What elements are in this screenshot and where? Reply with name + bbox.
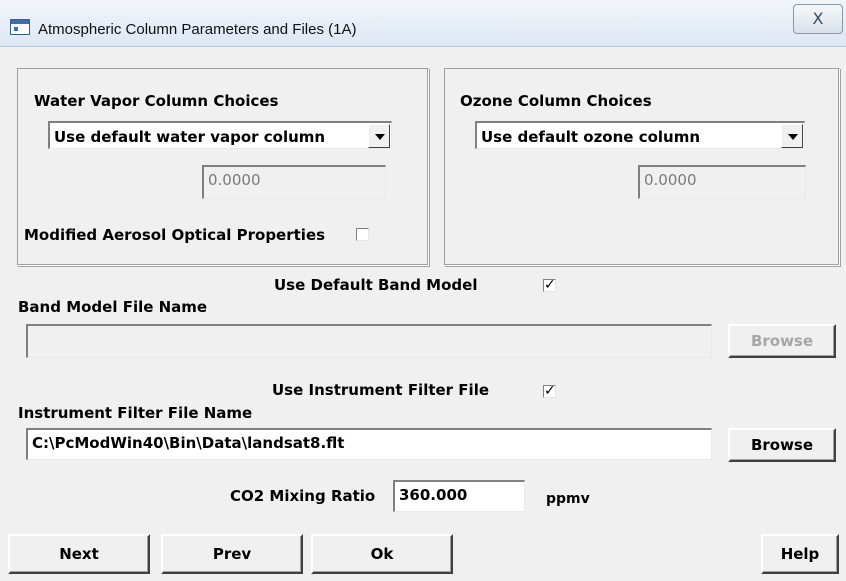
co2-value: 360.000 (399, 486, 468, 504)
instrument-filter-file-label: Instrument Filter File Name (18, 404, 253, 422)
band-model-file-input (26, 324, 712, 358)
checkmark-icon: ✓ (544, 383, 556, 399)
co2-unit: ppmv (546, 491, 590, 507)
ok-button[interactable]: Ok (311, 534, 453, 574)
use-default-band-model-label: Use Default Band Model (274, 276, 478, 294)
ozone-select[interactable]: Use default ozone column (475, 121, 805, 149)
aerosol-label: Modified Aerosol Optical Properties (24, 226, 326, 244)
chevron-down-icon[interactable] (781, 124, 803, 148)
water-vapor-value-field: 0.0000 (202, 165, 386, 199)
water-vapor-select-value: Use default water vapor column (54, 128, 326, 146)
water-vapor-value: 0.0000 (208, 171, 261, 189)
use-default-band-model-checkbox[interactable]: ✓ (543, 277, 556, 293)
title-bar: Atmospheric Column Parameters and Files … (0, 0, 846, 47)
band-model-file-label: Band Model File Name (18, 298, 208, 316)
chevron-down-icon[interactable] (368, 124, 390, 148)
close-icon: X (812, 9, 824, 28)
instrument-filter-file-input[interactable]: C:\PcModWin40\Bin\Data\landsat8.flt (26, 428, 712, 460)
ozone-heading: Ozone Column Choices (460, 92, 652, 110)
instrument-filter-file-value: C:\PcModWin40\Bin\Data\landsat8.flt (32, 434, 345, 452)
ozone-select-value: Use default ozone column (481, 128, 701, 146)
ozone-value-field: 0.0000 (638, 165, 806, 199)
next-button[interactable]: Next (8, 534, 150, 574)
help-button[interactable]: Help (761, 534, 839, 574)
ozone-value: 0.0000 (644, 171, 697, 189)
checkmark-icon: ✓ (544, 277, 556, 293)
co2-label: CO2 Mixing Ratio (230, 487, 376, 505)
band-model-browse-button[interactable]: Browse (728, 324, 836, 358)
instrument-filter-browse-button[interactable]: Browse (728, 428, 836, 462)
water-vapor-heading: Water Vapor Column Choices (34, 92, 279, 110)
window-icon (10, 19, 30, 35)
prev-button[interactable]: Prev (161, 534, 303, 574)
aerosol-checkbox[interactable] (356, 228, 369, 241)
co2-input[interactable]: 360.000 (393, 480, 525, 512)
water-vapor-select[interactable]: Use default water vapor column (48, 121, 392, 149)
window-title: Atmospheric Column Parameters and Files … (38, 21, 357, 38)
use-instrument-filter-checkbox[interactable]: ✓ (543, 383, 556, 399)
use-instrument-filter-label: Use Instrument Filter File (272, 381, 490, 399)
close-button[interactable]: X (793, 4, 843, 34)
